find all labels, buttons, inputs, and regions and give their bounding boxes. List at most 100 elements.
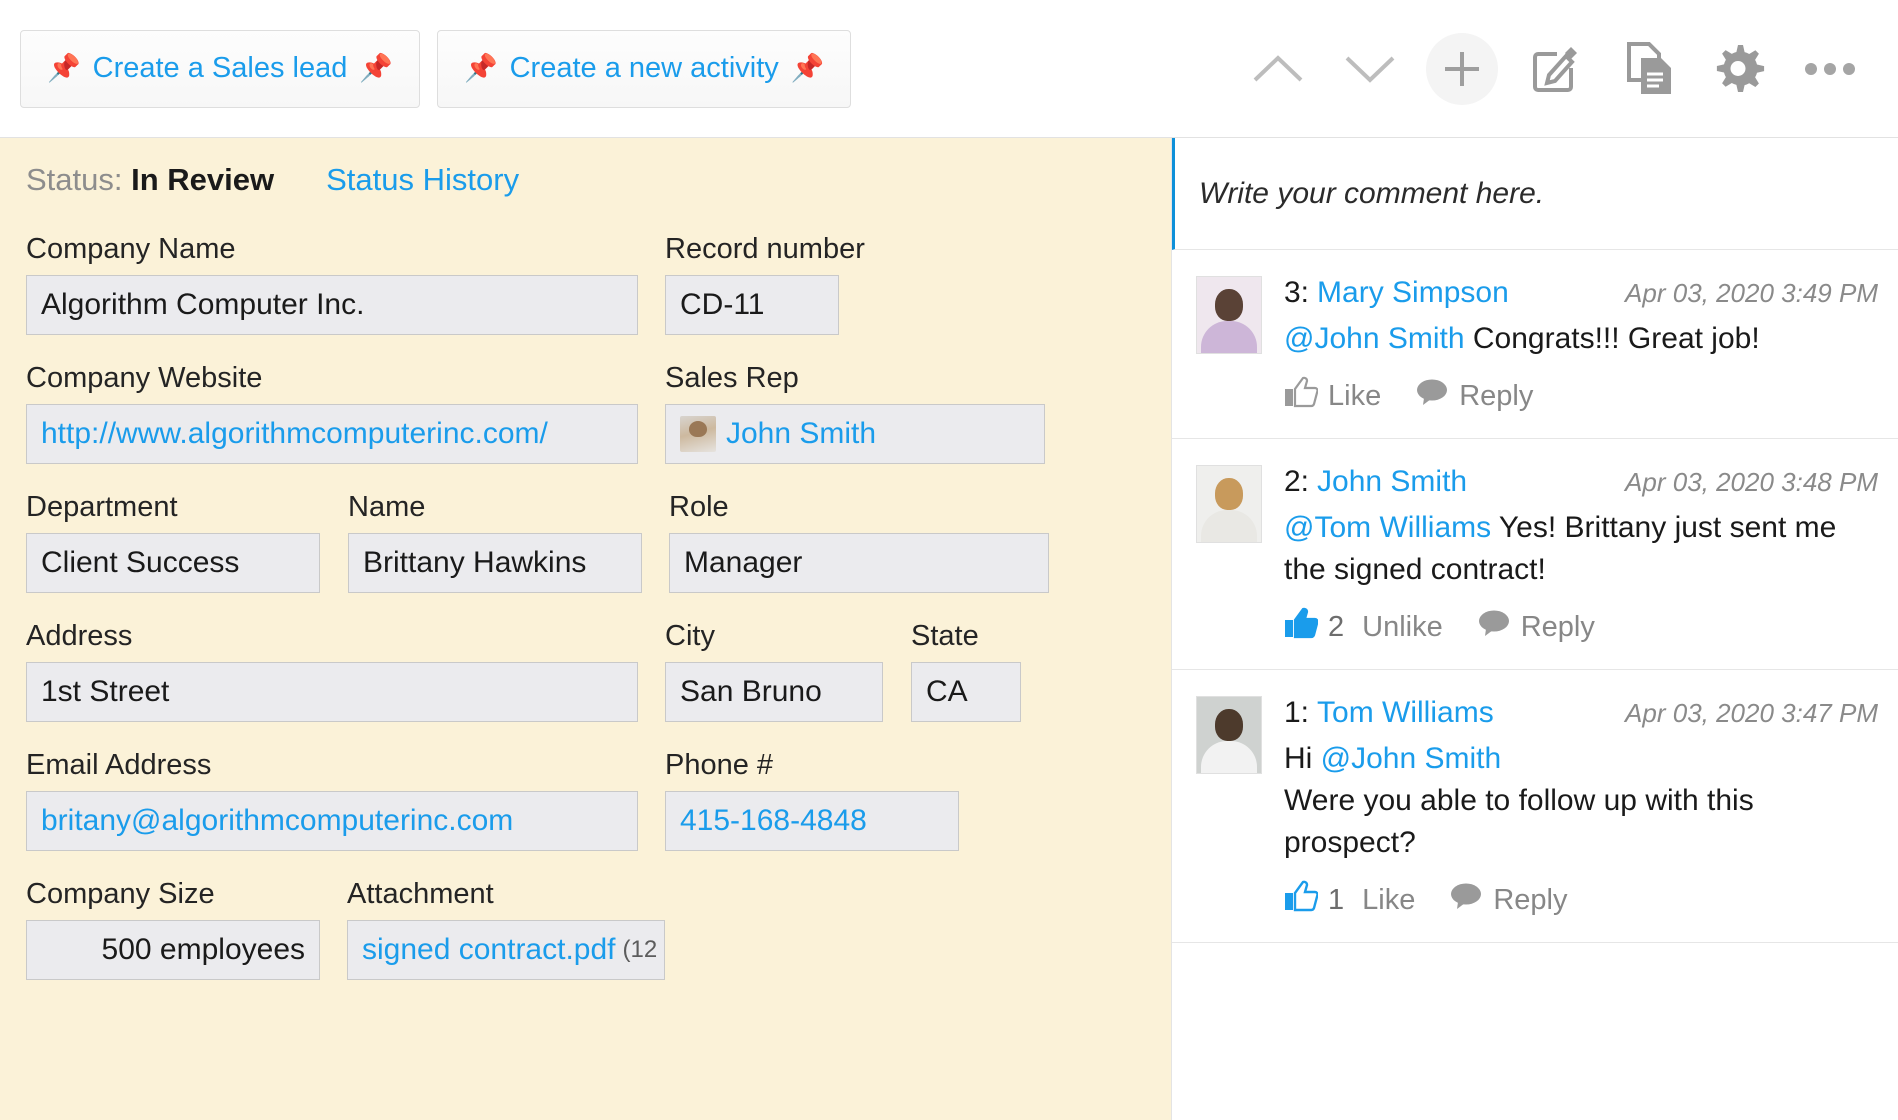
speech-bubble-icon[interactable] bbox=[1415, 378, 1449, 414]
create-new-activity-button[interactable]: 📌 Create a new activity 📌 bbox=[437, 30, 851, 108]
company-size-input[interactable]: 500 employees bbox=[26, 920, 320, 980]
avatar bbox=[680, 416, 716, 452]
sales-rep-input[interactable]: John Smith bbox=[665, 404, 1045, 464]
name-label: Name bbox=[348, 490, 642, 524]
comment-body: Were you able to follow up with this pro… bbox=[1284, 780, 1878, 864]
form-row-dept: Department Client Success Name Brittany … bbox=[26, 490, 1172, 593]
company-name-label: Company Name bbox=[26, 232, 638, 266]
status-value: In Review bbox=[131, 162, 274, 197]
comment-item: 2: John Smith Apr 03, 2020 3:48 PM @Tom … bbox=[1172, 439, 1898, 670]
field-address: Address 1st Street bbox=[26, 619, 638, 722]
comment-text: @Tom Williams Yes! Brittany just sent me… bbox=[1284, 507, 1878, 591]
form-row-email: Email Address britany@algorithmcomputeri… bbox=[26, 748, 1172, 851]
chevron-up-icon[interactable] bbox=[1232, 23, 1324, 115]
company-size-label: Company Size bbox=[26, 877, 320, 911]
form-row-website: Company Website http://www.algorithmcomp… bbox=[26, 361, 1172, 464]
state-input[interactable]: CA bbox=[911, 662, 1021, 722]
address-label: Address bbox=[26, 619, 638, 653]
field-sales-rep: Sales Rep John Smith bbox=[665, 361, 1045, 464]
like-count: 1 bbox=[1328, 884, 1344, 917]
field-email-address: Email Address britany@algorithmcomputeri… bbox=[26, 748, 638, 851]
comment-item: 1: Tom Williams Apr 03, 2020 3:47 PM Hi … bbox=[1172, 670, 1898, 943]
state-label: State bbox=[911, 619, 1021, 653]
city-label: City bbox=[665, 619, 883, 653]
comment-actions: Like Reply bbox=[1284, 376, 1878, 416]
field-state: State CA bbox=[911, 619, 1021, 722]
email-address-label: Email Address bbox=[26, 748, 638, 782]
sales-rep-label: Sales Rep bbox=[665, 361, 1045, 395]
record-number-label: Record number bbox=[665, 232, 865, 266]
department-input[interactable]: Client Success bbox=[26, 533, 320, 593]
comment-mention[interactable]: @Tom Williams bbox=[1284, 511, 1491, 544]
phone-label: Phone # bbox=[665, 748, 959, 782]
city-input[interactable]: San Bruno bbox=[665, 662, 883, 722]
comment-prefix: Hi bbox=[1284, 742, 1321, 775]
thumbs-up-icon[interactable] bbox=[1284, 376, 1318, 416]
like-button[interactable]: Like bbox=[1362, 884, 1415, 917]
like-button[interactable]: Like bbox=[1328, 380, 1381, 413]
company-name-input[interactable]: Algorithm Computer Inc. bbox=[26, 275, 638, 335]
comment-input[interactable]: Write your comment here. bbox=[1172, 138, 1898, 250]
pushpin-icon: 📌 bbox=[359, 55, 393, 82]
status-row: Status: In Review Status History bbox=[26, 162, 1172, 202]
plus-icon[interactable] bbox=[1426, 33, 1498, 105]
reply-button[interactable]: Reply bbox=[1521, 611, 1595, 644]
comment-input-placeholder: Write your comment here. bbox=[1199, 177, 1544, 211]
thumbs-up-icon[interactable] bbox=[1284, 880, 1318, 920]
comments-panel: Write your comment here. 3: Mary Simpson… bbox=[1172, 138, 1898, 1120]
comment-mention[interactable]: @John Smith bbox=[1321, 742, 1502, 775]
chevron-down-icon[interactable] bbox=[1324, 23, 1416, 115]
record-number-input[interactable]: CD-11 bbox=[665, 275, 839, 335]
comment-text: Hi @John Smith bbox=[1284, 738, 1878, 780]
field-company-website: Company Website http://www.algorithmcomp… bbox=[26, 361, 638, 464]
edit-pencil-icon[interactable] bbox=[1508, 23, 1600, 115]
form-row-company: Company Name Algorithm Computer Inc. Rec… bbox=[26, 232, 1172, 335]
thumbs-up-icon[interactable] bbox=[1284, 607, 1318, 647]
field-attachment: Attachment signed contract.pdf (12 KB) bbox=[347, 877, 665, 980]
speech-bubble-icon[interactable] bbox=[1477, 609, 1511, 645]
address-input[interactable]: 1st Street bbox=[26, 662, 638, 722]
create-sales-lead-label: Create a Sales lead bbox=[93, 52, 348, 85]
comment-timestamp: Apr 03, 2020 3:49 PM bbox=[1625, 278, 1878, 309]
attachment-file-link[interactable]: signed contract.pdf bbox=[362, 933, 616, 967]
email-address-input[interactable]: britany@algorithmcomputerinc.com bbox=[26, 791, 638, 851]
reply-button[interactable]: Reply bbox=[1459, 380, 1533, 413]
comment-author[interactable]: Mary Simpson bbox=[1317, 276, 1509, 310]
avatar bbox=[1196, 465, 1262, 543]
attachment-label: Attachment bbox=[347, 877, 665, 911]
ellipsis-icon[interactable] bbox=[1784, 23, 1876, 115]
pushpin-icon: 📌 bbox=[47, 55, 81, 82]
field-company-name: Company Name Algorithm Computer Inc. bbox=[26, 232, 638, 335]
speech-bubble-icon[interactable] bbox=[1449, 882, 1483, 918]
attachment-input[interactable]: signed contract.pdf (12 KB) bbox=[347, 920, 665, 980]
unlike-button[interactable]: Unlike bbox=[1362, 611, 1443, 644]
status-history-link[interactable]: Status History bbox=[326, 162, 519, 198]
comment-body: Congrats!!! Great job! bbox=[1465, 322, 1760, 355]
comment-author[interactable]: John Smith bbox=[1317, 465, 1467, 499]
pushpin-icon: 📌 bbox=[464, 55, 498, 82]
comment-mention[interactable]: @John Smith bbox=[1284, 322, 1465, 355]
name-input[interactable]: Brittany Hawkins bbox=[348, 533, 642, 593]
pushpin-icon: 📌 bbox=[791, 55, 825, 82]
phone-input[interactable]: 415-168-4848 bbox=[665, 791, 959, 851]
avatar bbox=[1196, 276, 1262, 354]
role-input[interactable]: Manager bbox=[669, 533, 1049, 593]
gear-icon[interactable] bbox=[1692, 23, 1784, 115]
company-website-input[interactable]: http://www.algorithmcomputerinc.com/ bbox=[26, 404, 638, 464]
field-city: City San Bruno bbox=[665, 619, 883, 722]
comment-actions: 1 Like Reply bbox=[1284, 880, 1878, 920]
field-phone: Phone # 415-168-4848 bbox=[665, 748, 959, 851]
toolbar-icon-group bbox=[1232, 0, 1876, 138]
comment-timestamp: Apr 03, 2020 3:47 PM bbox=[1625, 698, 1878, 729]
role-label: Role bbox=[669, 490, 1049, 524]
company-website-label: Company Website bbox=[26, 361, 638, 395]
comment-author[interactable]: Tom Williams bbox=[1317, 696, 1494, 730]
copy-document-icon[interactable] bbox=[1600, 23, 1692, 115]
create-sales-lead-button[interactable]: 📌 Create a Sales lead 📌 bbox=[20, 30, 420, 108]
field-department: Department Client Success bbox=[26, 490, 320, 593]
form-row-address: Address 1st Street City San Bruno State … bbox=[26, 619, 1172, 722]
reply-button[interactable]: Reply bbox=[1493, 884, 1567, 917]
field-record-number: Record number CD-11 bbox=[665, 232, 865, 335]
sales-rep-value: John Smith bbox=[726, 417, 876, 451]
avatar bbox=[1196, 696, 1262, 774]
